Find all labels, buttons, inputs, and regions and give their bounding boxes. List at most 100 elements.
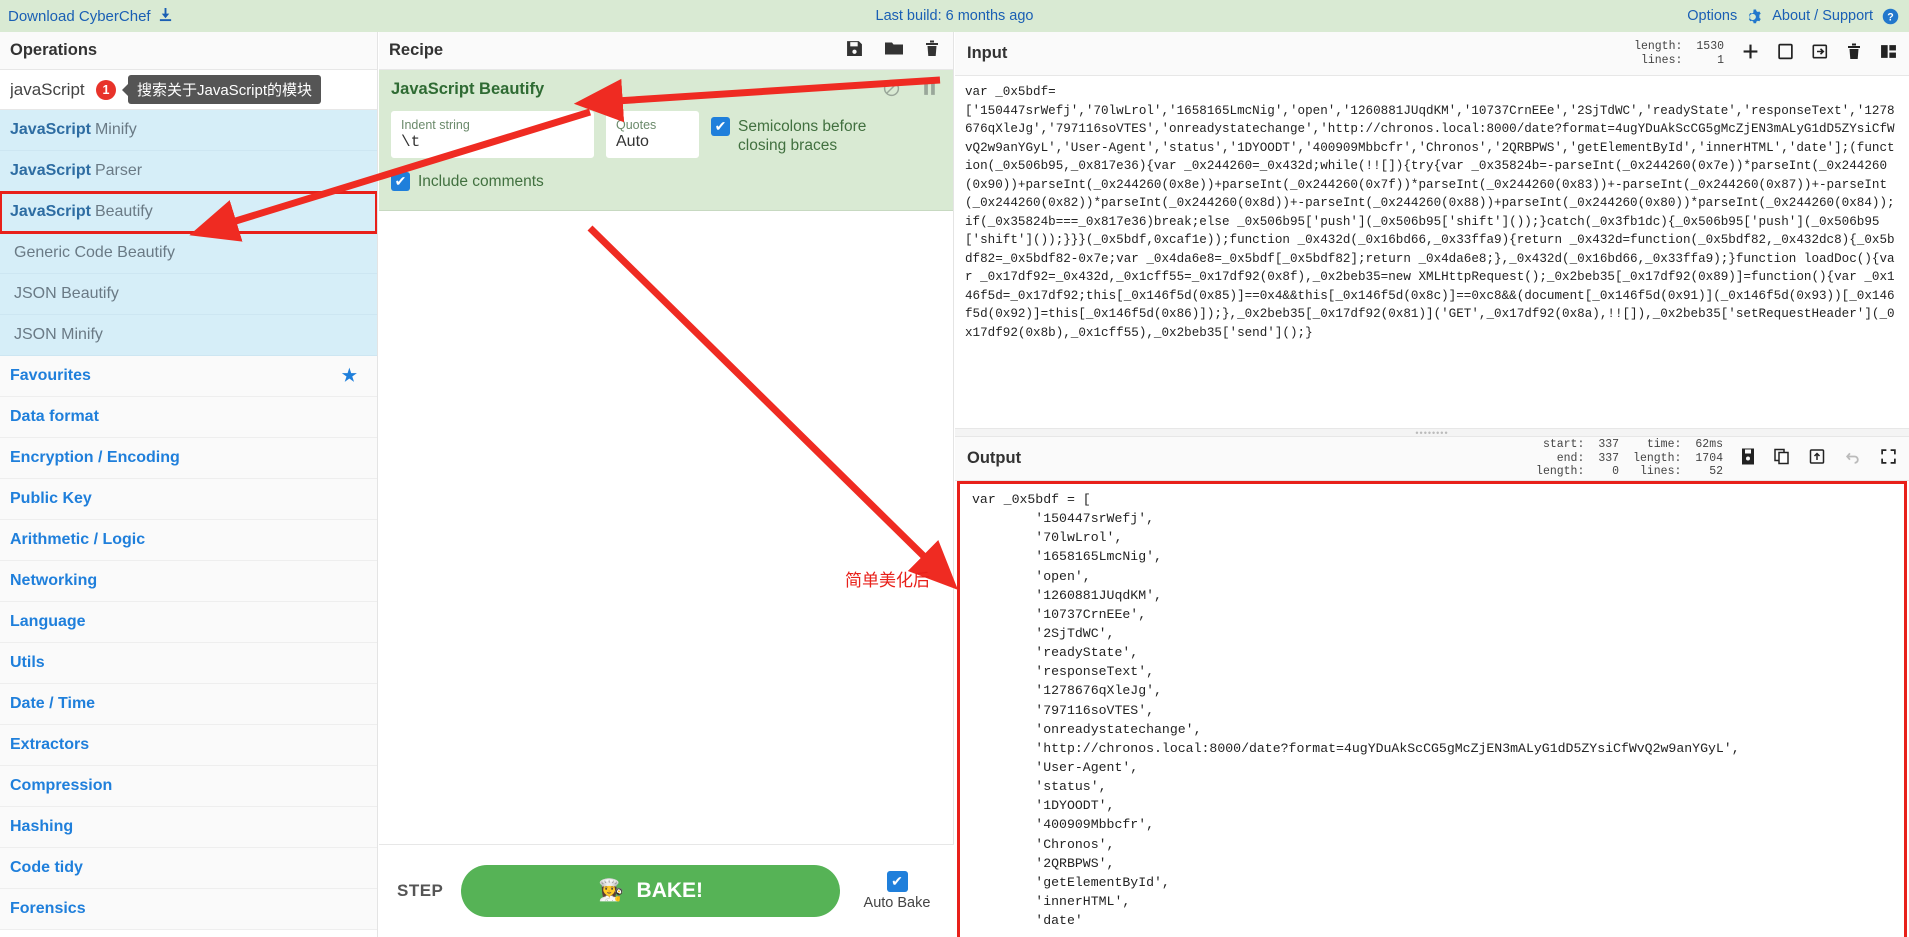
op-result-rest-0: Minify (94, 121, 137, 138)
bake-label: BAKE! (636, 879, 704, 902)
category-label-12: Code tidy (10, 859, 83, 876)
operations-categories: Favourites ★ Data format Encryption / En… (0, 356, 377, 930)
recipe-operation-args: Indent string \t Quotes Auto ✔ Semicolon… (391, 111, 941, 159)
category-date-time[interactable]: Date / Time (0, 684, 377, 725)
category-label-6: Language (10, 613, 86, 630)
op-result-1[interactable]: JavaScript Parser (0, 151, 377, 192)
category-language[interactable]: Language (0, 602, 377, 643)
recipe-header-icons (846, 40, 939, 62)
maximise-icon[interactable] (1880, 448, 1897, 470)
category-label-13: Forensics (10, 900, 86, 917)
category-compression[interactable]: Compression (0, 766, 377, 807)
folder-open-icon[interactable] (1778, 43, 1793, 65)
options-button[interactable]: Options (1687, 8, 1737, 24)
category-label-7: Utils (10, 654, 45, 671)
search-tooltip: 搜索关于JavaScript的模块 (121, 75, 322, 104)
op-result-rest-4: JSON Beautify (14, 285, 119, 302)
step-badge-1: 1 (96, 80, 116, 100)
category-networking[interactable]: Networking (0, 561, 377, 602)
category-label-1: Data format (10, 408, 99, 425)
op-result-rest-5: JSON Minify (14, 326, 103, 343)
recipe-operation-javascript-beautify[interactable]: JavaScript Beautify Indent string \t Quo… (379, 70, 953, 211)
input-textarea[interactable]: var _0x5bdf= ['150447srWefj','70lwLrol',… (955, 76, 1909, 428)
output-header: Output start: end: length: 337 337 0 tim… (955, 437, 1909, 481)
output-stats-col1-values: 337 337 0 (1598, 438, 1620, 479)
pause-icon[interactable] (922, 80, 937, 102)
gear-icon[interactable] (1746, 8, 1763, 25)
help-circle-icon[interactable]: ? (1882, 8, 1899, 25)
op-result-javascript-beautify[interactable]: JavaScript Beautify (0, 191, 377, 234)
output-title: Output (967, 449, 1022, 467)
category-utils[interactable]: Utils (0, 643, 377, 684)
quotes-value: Auto (616, 133, 649, 151)
recipe-title: Recipe (389, 41, 444, 59)
folder-icon[interactable] (885, 40, 903, 62)
op-result-4[interactable]: JSON Beautify (0, 274, 377, 315)
move-to-input-icon[interactable] (1809, 448, 1825, 470)
output-header-icons (1741, 448, 1897, 470)
quotes-label: Quotes (616, 118, 657, 132)
auto-bake-toggle[interactable]: ✔ Auto Bake (858, 871, 936, 911)
io-splitter[interactable]: •••••••• (955, 428, 1909, 438)
bake-button[interactable]: 👩‍🍳 BAKE! (461, 865, 840, 917)
auto-bake-checkbox[interactable]: ✔ (886, 871, 908, 892)
category-data-format[interactable]: Data format (0, 397, 377, 438)
star-icon: ★ (341, 366, 357, 385)
quotes-field[interactable]: Quotes Auto (606, 111, 699, 159)
disable-icon[interactable] (883, 80, 900, 102)
op-result-rest-2: Beautify (94, 203, 153, 220)
semicolons-checkbox-row[interactable]: ✔ Semicolons before closing braces (711, 111, 898, 156)
output-stats-col1-labels: start: end: length: (1536, 438, 1585, 479)
category-encryption-encoding[interactable]: Encryption / Encoding (0, 438, 377, 479)
include-comments-row[interactable]: ✔ Include comments (391, 172, 941, 192)
category-code-tidy[interactable]: Code tidy (0, 848, 377, 889)
category-label-0: Favourites (10, 367, 91, 384)
semicolons-checkbox[interactable]: ✔ (711, 117, 730, 136)
op-result-5[interactable]: JSON Minify (0, 315, 377, 356)
save-icon[interactable] (1741, 448, 1755, 470)
input-stats-labels: length: lines: (1634, 39, 1683, 67)
input-stats-values: 1530 1 (1696, 39, 1724, 67)
category-label-11: Hashing (10, 818, 74, 835)
category-public-key[interactable]: Public Key (0, 479, 377, 520)
output-stats-col2-labels: time: length: lines: (1633, 438, 1682, 479)
chef-icon: 👩‍🍳 (598, 879, 625, 902)
output-stats-col2-values: 62ms 1704 52 (1695, 438, 1723, 479)
trash-icon[interactable] (925, 40, 939, 62)
save-icon[interactable] (846, 40, 863, 62)
operations-title: Operations (0, 32, 377, 70)
category-favourites[interactable]: Favourites ★ (0, 356, 377, 397)
io-panel: Input length: lines: 1530 1 var _0x5bdf=… (955, 32, 1909, 937)
import-icon[interactable] (1812, 43, 1828, 65)
indent-string-field[interactable]: Indent string \t (391, 111, 594, 159)
input-title: Input (967, 44, 1008, 62)
category-arithmetic-logic[interactable]: Arithmetic / Logic (0, 520, 377, 561)
grid-icon[interactable] (1880, 43, 1897, 65)
recipe-panel: Recipe JavaScript Beautify Indent string… (379, 32, 954, 937)
category-hashing[interactable]: Hashing (0, 807, 377, 848)
operations-panel: Operations 1 搜索关于JavaScript的模块 JavaScrip… (0, 32, 378, 937)
cyberchef-app: Download CyberChef Last build: 6 months … (0, 0, 1909, 937)
category-label-4: Arithmetic / Logic (10, 531, 146, 548)
op-result-0[interactable]: JavaScript Minify (0, 110, 377, 151)
about-support-button[interactable]: About / Support (1772, 8, 1873, 24)
trash-icon[interactable] (1847, 43, 1861, 65)
recipe-operation-title: JavaScript Beautify (391, 80, 545, 98)
op-result-rest-3: Generic Code Beautify (14, 244, 175, 261)
op-result-rest-1: Parser (94, 162, 143, 179)
output-stats: start: end: length: 337 337 0 time: leng… (1536, 438, 1723, 479)
input-header: Input length: lines: 1530 1 (955, 32, 1909, 76)
input-stats: length: lines: 1530 1 (1634, 40, 1724, 67)
category-extractors[interactable]: Extractors (0, 725, 377, 766)
output-textarea[interactable]: var _0x5bdf = [ '150447srWefj', '70lwLro… (957, 481, 1907, 937)
include-comments-checkbox[interactable]: ✔ (391, 172, 410, 192)
category-label-2: Encryption / Encoding (10, 449, 180, 466)
include-comments-label: Include comments (418, 173, 544, 191)
undo-icon[interactable] (1844, 448, 1861, 470)
step-button[interactable]: STEP (397, 881, 443, 901)
copy-icon[interactable] (1774, 448, 1790, 470)
plus-icon[interactable] (1742, 43, 1759, 65)
category-forensics[interactable]: Forensics (0, 889, 377, 930)
op-result-bold-2: JavaScript (10, 203, 91, 220)
op-result-3[interactable]: Generic Code Beautify (0, 233, 377, 274)
